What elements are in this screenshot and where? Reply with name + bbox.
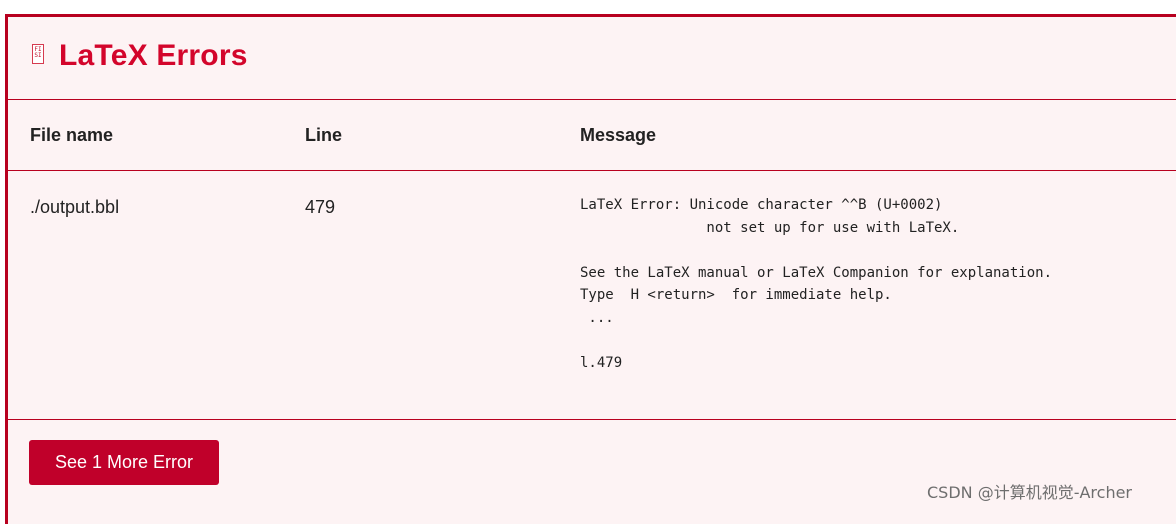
table-row: ./output.bbl 479 LaTeX Error: Unicode ch…	[8, 171, 1176, 420]
error-line-number: 479	[305, 197, 336, 217]
error-file-name: ./output.bbl	[30, 197, 120, 217]
error-message: LaTeX Error: Unicode character ^^B (U+00…	[580, 197, 1053, 372]
watermark-text: CSDN @计算机视觉-Archer	[927, 483, 1133, 502]
column-header-line: Line	[305, 125, 343, 145]
column-header-message: Message	[580, 125, 657, 145]
table-header: File name Line Message	[8, 99, 1176, 171]
document-icon: FI SI	[32, 44, 44, 64]
column-header-file: File name	[30, 125, 114, 145]
latex-errors-panel: FI SI LaTeX Errors File name Line Messag…	[5, 14, 1176, 524]
panel-header: FI SI LaTeX Errors	[8, 17, 1176, 100]
panel-title: LaTeX Errors	[59, 39, 248, 72]
see-more-errors-button[interactable]: See 1 More Error	[29, 440, 219, 485]
